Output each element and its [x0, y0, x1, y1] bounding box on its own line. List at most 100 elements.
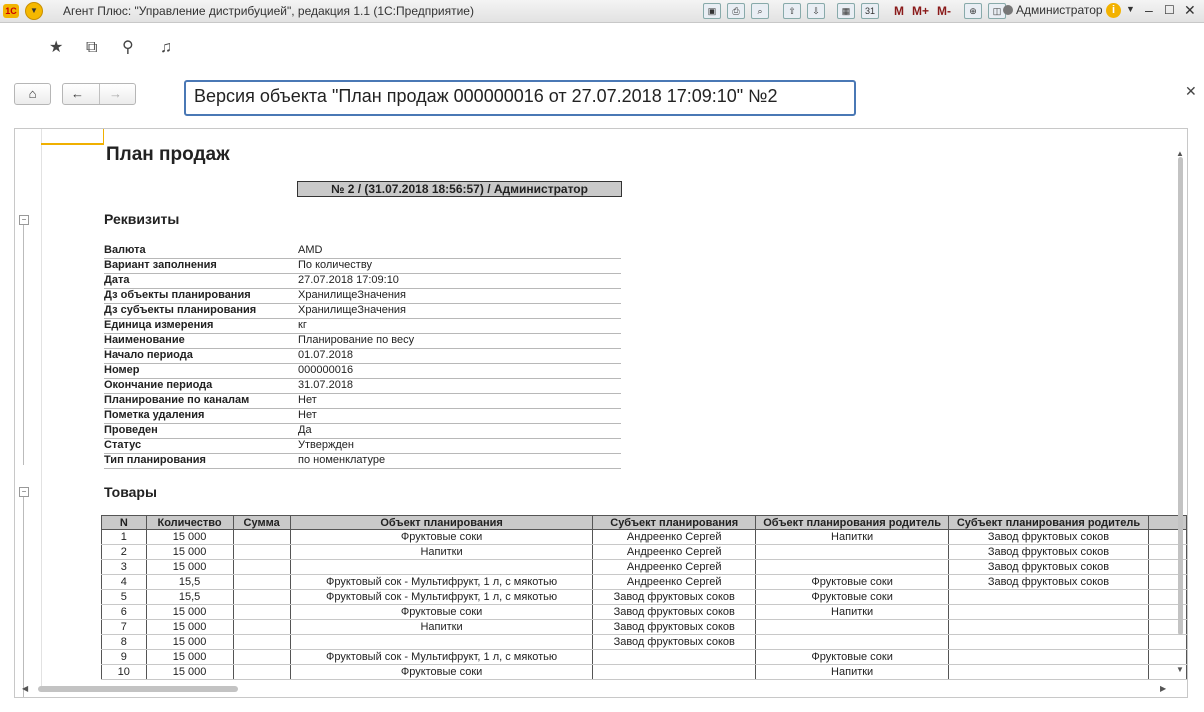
memory-minus-button[interactable]: M- — [937, 4, 951, 18]
active-cell[interactable] — [41, 129, 104, 145]
column-header: Объект планирования — [289, 515, 594, 530]
main-menu-icon[interactable]: ▼ — [25, 2, 43, 20]
table-cell — [948, 634, 1149, 650]
title-toolbar: ▣ ⎙ ⌕ ⇧ ⇩ ▦ 31 M M+ M- ⊕ ◫ — [700, 2, 1009, 20]
attribute-row[interactable]: Окончание периода 31.07.2018 — [104, 378, 621, 394]
table-cell: Напитки — [289, 619, 594, 635]
table-cell — [232, 559, 291, 575]
table-cell — [592, 664, 756, 680]
nav-back-forward: ← → — [62, 83, 136, 105]
table-row[interactable]: 9 15 000 Фруктовый сок - Мультифрукт, 1 л,… — [101, 649, 1187, 665]
horizontal-scrollbar[interactable]: ◀ ▶ — [14, 684, 1174, 694]
report-spreadsheet[interactable]: − − План продаж № 2 / (31.07.2018 18:56:… — [14, 128, 1188, 698]
table-cell: 6 — [101, 604, 147, 620]
download-icon[interactable]: ⇩ — [807, 3, 825, 19]
table-row[interactable]: 10 15 000 Фруктовые соки Напитки — [101, 664, 1187, 680]
collapse-attrs-icon[interactable]: − — [19, 215, 29, 225]
table-cell: 1 — [101, 529, 147, 545]
info-icon[interactable]: i — [1106, 3, 1121, 18]
table-row[interactable]: 5 15,5 Фруктовый сок - Мультифрукт, 1 л, с… — [101, 589, 1187, 605]
table-row[interactable]: 6 15 000 Фруктовые соки Завод фруктовых сок… — [101, 604, 1187, 620]
table-cell: 3 — [101, 559, 147, 575]
history-icon[interactable]: ⧉ — [86, 40, 97, 56]
attribute-row[interactable]: Дз объекты планирования ХранилищеЗначения — [104, 288, 621, 304]
table-row[interactable]: 8 15 000 Завод фруктовых соков — [101, 634, 1187, 650]
print-icon[interactable]: ⎙ — [727, 3, 745, 19]
attribute-name: Проведен — [104, 424, 158, 436]
table-cell: Завод фруктовых соков — [592, 604, 756, 620]
attribute-row[interactable]: Проведен Да — [104, 423, 621, 439]
home-button[interactable]: ⌂ — [14, 83, 51, 105]
scroll-right-icon[interactable]: ▶ — [1160, 684, 1166, 693]
back-arrow-icon[interactable]: ← — [71, 84, 84, 104]
column-header: Количество — [145, 515, 234, 530]
favorites-star-icon[interactable]: ★ — [49, 40, 63, 56]
table-cell: Завод фруктовых соков — [948, 529, 1149, 545]
memory-plus-button[interactable]: M+ — [912, 4, 929, 18]
section-attributes: Реквизиты — [104, 211, 180, 227]
chevron-down-icon[interactable]: ▼ — [1126, 4, 1135, 14]
column-header: Сумма — [232, 515, 291, 530]
attribute-row[interactable]: Вариант заполнения По количеству — [104, 258, 621, 274]
horizontal-scroll-thumb[interactable] — [38, 686, 238, 692]
calculator-icon[interactable]: ▦ — [837, 3, 855, 19]
search-icon[interactable]: ⚲ — [122, 40, 134, 56]
attribute-row[interactable]: Валюта AMD — [104, 243, 621, 259]
memory-button[interactable]: M — [894, 4, 904, 18]
attribute-row[interactable]: Тип планирования по номенклатуре — [104, 453, 621, 469]
table-cell — [232, 544, 291, 560]
attribute-value: Нет — [298, 394, 317, 406]
calendar-icon[interactable]: 31 — [861, 3, 879, 19]
table-cell: Завод фруктовых соков — [948, 544, 1149, 560]
attribute-row[interactable]: Наименование Планирование по весу — [104, 333, 621, 349]
forward-arrow-icon[interactable]: → — [109, 84, 122, 104]
attribute-value: Утвержден — [298, 439, 354, 451]
collapse-goods-icon[interactable]: − — [19, 487, 29, 497]
table-row[interactable]: 1 15 000 Фруктовые соки Андреенко Сергей Нап… — [101, 529, 1187, 545]
attribute-row[interactable]: Пометка удаления Нет — [104, 408, 621, 424]
notifications-bell-icon[interactable]: ♫ — [160, 40, 172, 56]
table-cell: 15,5 — [145, 574, 234, 590]
section-goods: Товары — [104, 484, 157, 500]
column-header: Объект планирования родитель — [754, 515, 950, 530]
table-cell — [754, 634, 950, 650]
table-cell — [232, 604, 291, 620]
table-row[interactable]: 4 15,5 Фруктовый сок - Мультифрукт, 1 л, с… — [101, 574, 1187, 590]
attribute-name: Вариант заполнения — [104, 259, 217, 271]
table-cell — [232, 634, 291, 650]
minimize-icon[interactable]: – — [1145, 2, 1153, 18]
table-cell — [232, 574, 291, 590]
close-window-icon[interactable]: ✕ — [1184, 2, 1196, 19]
table-cell: Фруктовый сок - Мультифрукт, 1 л, с мяко… — [289, 574, 594, 590]
table-row[interactable]: 2 15 000 Напитки Андреенко Сергей Завод фрук… — [101, 544, 1187, 560]
table-row[interactable]: 3 15 000 Андреенко Сергей Завод фруктовых с… — [101, 559, 1187, 575]
user-name: Администратор — [1016, 3, 1103, 17]
user-menu[interactable]: Администратор — [1003, 3, 1103, 17]
attribute-row[interactable]: Номер 000000016 — [104, 363, 621, 379]
attribute-row[interactable]: Начало периода 01.07.2018 — [104, 348, 621, 364]
zoom-icon[interactable]: ⊕ — [964, 3, 983, 19]
vertical-scrollbar[interactable]: ▲ ▼ — [1175, 149, 1185, 679]
table-cell — [232, 529, 291, 545]
attribute-row[interactable]: Единица измерения кг — [104, 318, 621, 334]
attribute-value: ХранилищеЗначения — [298, 304, 407, 316]
vertical-scroll-thumb[interactable] — [1178, 157, 1183, 635]
scroll-down-icon[interactable]: ▼ — [1176, 665, 1184, 674]
preview-icon[interactable]: ⌕ — [751, 3, 769, 19]
table-row[interactable]: 7 15 000 Напитки Завод фруктовых соков — [101, 619, 1187, 635]
scroll-left-icon[interactable]: ◀ — [22, 684, 28, 693]
attribute-row[interactable]: Дата 27.07.2018 17:09:10 — [104, 273, 621, 289]
attribute-row[interactable]: Дз субъекты планирования ХранилищеЗначени… — [104, 303, 621, 319]
version-line: № 2 / (31.07.2018 18:56:57) / Администра… — [297, 181, 622, 197]
upload-icon[interactable]: ⇧ — [783, 3, 801, 19]
attribute-row[interactable]: Планирование по каналам Нет — [104, 393, 621, 409]
table-cell: Андреенко Сергей — [592, 544, 756, 560]
attribute-name: Начало периода — [104, 349, 193, 361]
table-cell: Напитки — [754, 604, 950, 620]
maximize-icon[interactable]: ☐ — [1164, 3, 1175, 17]
close-form-icon[interactable]: ✕ — [1185, 83, 1197, 100]
table-cell: Фруктовые соки — [289, 529, 594, 545]
attribute-name: Планирование по каналам — [104, 394, 250, 406]
save-icon[interactable]: ▣ — [703, 3, 721, 19]
attribute-row[interactable]: Статус Утвержден — [104, 438, 621, 454]
